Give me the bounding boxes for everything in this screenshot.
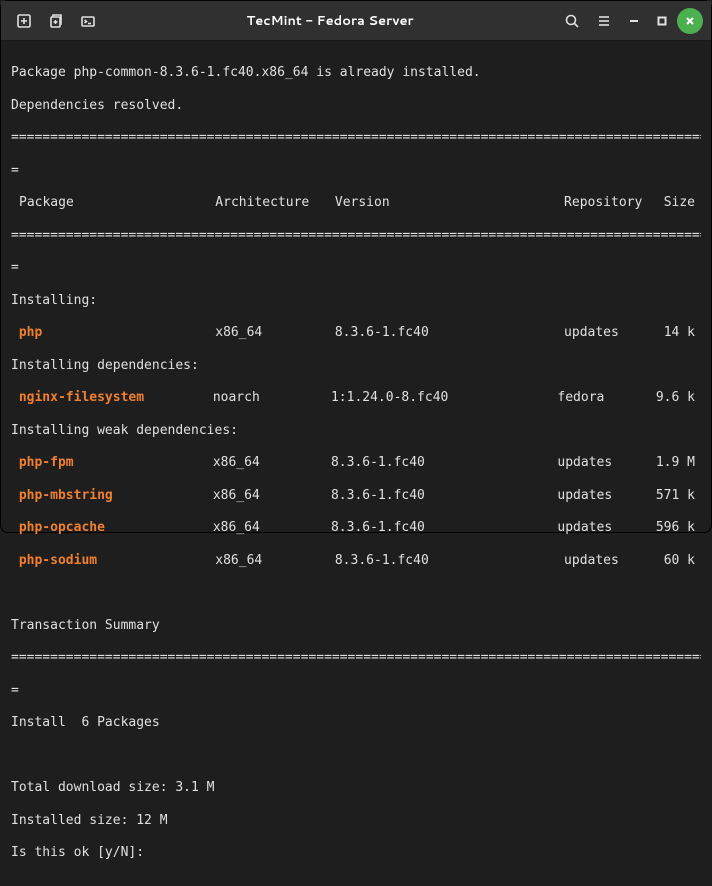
pkg-name: php [11,325,215,341]
pkg-ver: 8.3.6-1.fc40 [335,553,564,569]
output-line: Package php-common-8.3.6-1.fc40.x86_64 i… [11,65,701,81]
section-label: Installing dependencies: [11,358,701,374]
pkg-arch: x86_64 [213,455,331,471]
table-row: php-opcachex86_648.3.6-1.fc40updates596 … [11,520,701,536]
output-line: Dependencies resolved. [11,98,701,114]
table-row: phpx86_648.3.6-1.fc40updates14 k [11,325,701,341]
pkg-arch: x86_64 [213,520,331,536]
separator: ========================================… [11,650,701,666]
table-row: php-fpmx86_648.3.6-1.fc40updates1.9 M [11,455,701,471]
pkg-ver: 8.3.6-1.fc40 [335,325,564,341]
pkg-arch: x86_64 [213,488,331,504]
pkg-size: 9.6 k [656,390,701,406]
pkg-name: php-sodium [11,553,215,569]
col-package: Package [11,195,215,211]
close-button[interactable] [677,8,703,34]
section-label: Installing weak dependencies: [11,423,701,439]
txn-summary-label: Transaction Summary [11,618,701,634]
terminal-menu-button[interactable] [73,6,103,36]
separator: = [11,260,701,276]
titlebar-right-controls [557,6,703,36]
blank-line [11,748,701,764]
installed-size: Installed size: 12 M [11,813,701,829]
titlebar: TecMint - Fedora Server [1,1,711,41]
pkg-ver: 8.3.6-1.fc40 [331,488,557,504]
pkg-repo: updates [564,325,664,341]
separator: ========================================… [11,228,701,244]
table-row: php-mbstringx86_648.3.6-1.fc40updates571… [11,488,701,504]
pkg-name: nginx-filesystem [11,390,213,406]
table-header: PackageArchitectureVersionRepositorySize [11,195,701,211]
separator: ========================================… [11,130,701,146]
maximize-button[interactable] [649,8,675,34]
search-button[interactable] [557,6,587,36]
terminal-output[interactable]: Package php-common-8.3.6-1.fc40.x86_64 i… [1,41,711,886]
minimize-button[interactable] [621,8,647,34]
pkg-repo: updates [557,455,655,471]
new-window-button[interactable] [41,6,71,36]
pkg-name: php-mbstring [11,488,213,504]
pkg-size: 596 k [656,520,701,536]
pkg-ver: 8.3.6-1.fc40 [331,520,557,536]
blank-line [11,585,701,601]
pkg-size: 1.9 M [656,455,701,471]
pkg-ver: 1:1.24.0-8.fc40 [331,390,557,406]
pkg-arch: x86_64 [215,325,335,341]
window-title: TecMint - Fedora Server [107,12,553,30]
pkg-size: 571 k [656,488,701,504]
pkg-size: 14 k [664,325,701,341]
pkg-repo: updates [557,488,655,504]
pkg-arch: x86_64 [215,553,335,569]
separator: = [11,163,701,179]
pkg-arch: noarch [213,390,331,406]
titlebar-left-controls [9,6,103,36]
col-arch: Architecture [215,195,335,211]
col-repo: Repository [564,195,664,211]
confirm-prompt: Is this ok [y/N]: [11,845,701,861]
col-size: Size [664,195,701,211]
pkg-ver: 8.3.6-1.fc40 [331,455,557,471]
separator: = [11,683,701,699]
table-row: php-sodiumx86_648.3.6-1.fc40updates60 k [11,553,701,569]
col-version: Version [335,195,564,211]
new-tab-button[interactable] [9,6,39,36]
pkg-name: php-fpm [11,455,213,471]
table-row: nginx-filesystemnoarch1:1.24.0-8.fc40fed… [11,390,701,406]
pkg-repo: fedora [557,390,655,406]
install-count: Install 6 Packages [11,715,701,731]
pkg-repo: updates [564,553,664,569]
pkg-size: 60 k [664,553,701,569]
pkg-name: php-opcache [11,520,213,536]
pkg-repo: updates [557,520,655,536]
section-label: Installing: [11,293,701,309]
hamburger-menu-button[interactable] [589,6,619,36]
total-download: Total download size: 3.1 M [11,780,701,796]
